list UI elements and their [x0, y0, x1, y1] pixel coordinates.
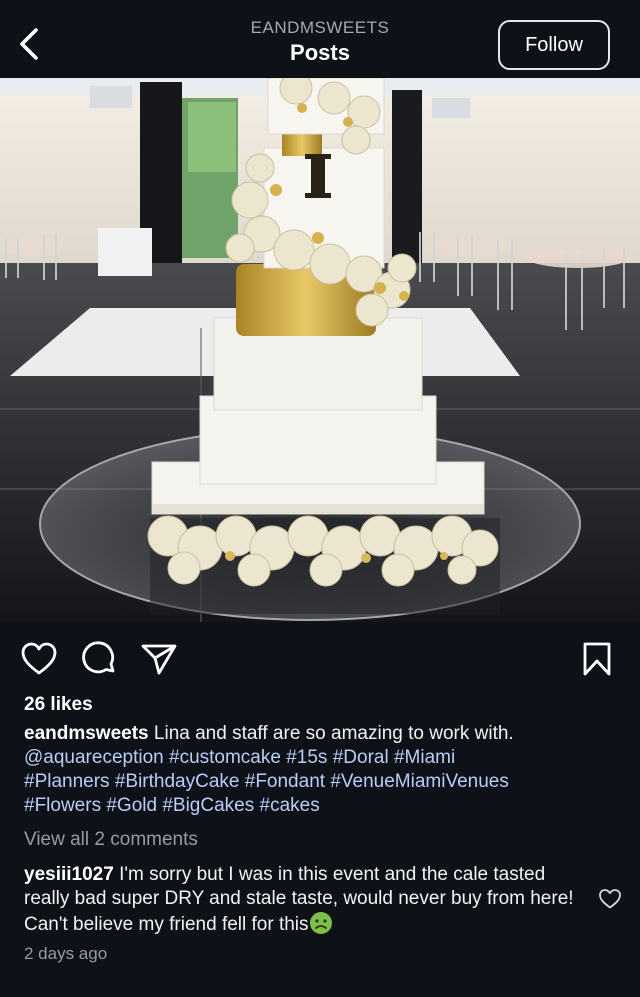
comment-bubble-icon	[82, 641, 115, 674]
like-button[interactable]	[20, 640, 58, 678]
caption-username[interactable]: eandmsweets	[24, 723, 149, 744]
hashtag-link[interactable]: #Doral	[333, 747, 389, 768]
hashtag-link[interactable]: #Flowers	[24, 795, 101, 816]
hashtag-link[interactable]: #cakes	[260, 795, 320, 816]
caption-text: Lina and staff are so amazing to work wi…	[153, 723, 514, 744]
hashtag-link[interactable]: #Planners	[24, 771, 110, 792]
hashtag-link[interactable]: #VenueMiamiVenues	[330, 771, 509, 792]
hashtag-link[interactable]: #customcake	[169, 747, 281, 768]
mention-link[interactable]: @aquareception	[24, 747, 164, 768]
heart-icon	[599, 889, 621, 909]
post-image[interactable]	[0, 78, 640, 622]
follow-button[interactable]: Follow	[498, 20, 610, 70]
post-actions	[0, 622, 640, 690]
hashtag-link[interactable]: #BigCakes	[162, 795, 254, 816]
comment-like-button[interactable]	[598, 888, 622, 910]
hashtag-link[interactable]: #15s	[286, 747, 327, 768]
post-caption: eandmsweets Lina and staff are so amazin…	[24, 722, 624, 818]
hashtag-link[interactable]: #Gold	[106, 795, 157, 816]
comment-item: yesiii1027 I'm sorry but I was in this e…	[24, 863, 584, 937]
likes-count[interactable]: 26 likes	[24, 694, 93, 716]
save-button[interactable]	[578, 640, 616, 678]
comment-username[interactable]: yesiii1027	[24, 864, 114, 885]
post-timestamp: 2 days ago	[24, 944, 108, 963]
wedding-cake-photo	[0, 78, 640, 622]
comment-button[interactable]	[80, 640, 118, 678]
heart-icon	[21, 642, 57, 675]
hashtag-link[interactable]: #BirthdayCake	[115, 771, 240, 792]
paper-plane-icon	[141, 644, 177, 675]
hashtag-link[interactable]: #Fondant	[245, 771, 325, 792]
nauseated-face-icon	[309, 912, 332, 934]
hashtag-link[interactable]: #Miami	[394, 747, 455, 768]
bookmark-icon	[583, 642, 611, 676]
share-button[interactable]	[140, 640, 178, 678]
top-bar: EANDMSWEETS Posts Follow	[0, 0, 640, 78]
view-all-comments-link[interactable]: View all 2 comments	[24, 829, 198, 851]
